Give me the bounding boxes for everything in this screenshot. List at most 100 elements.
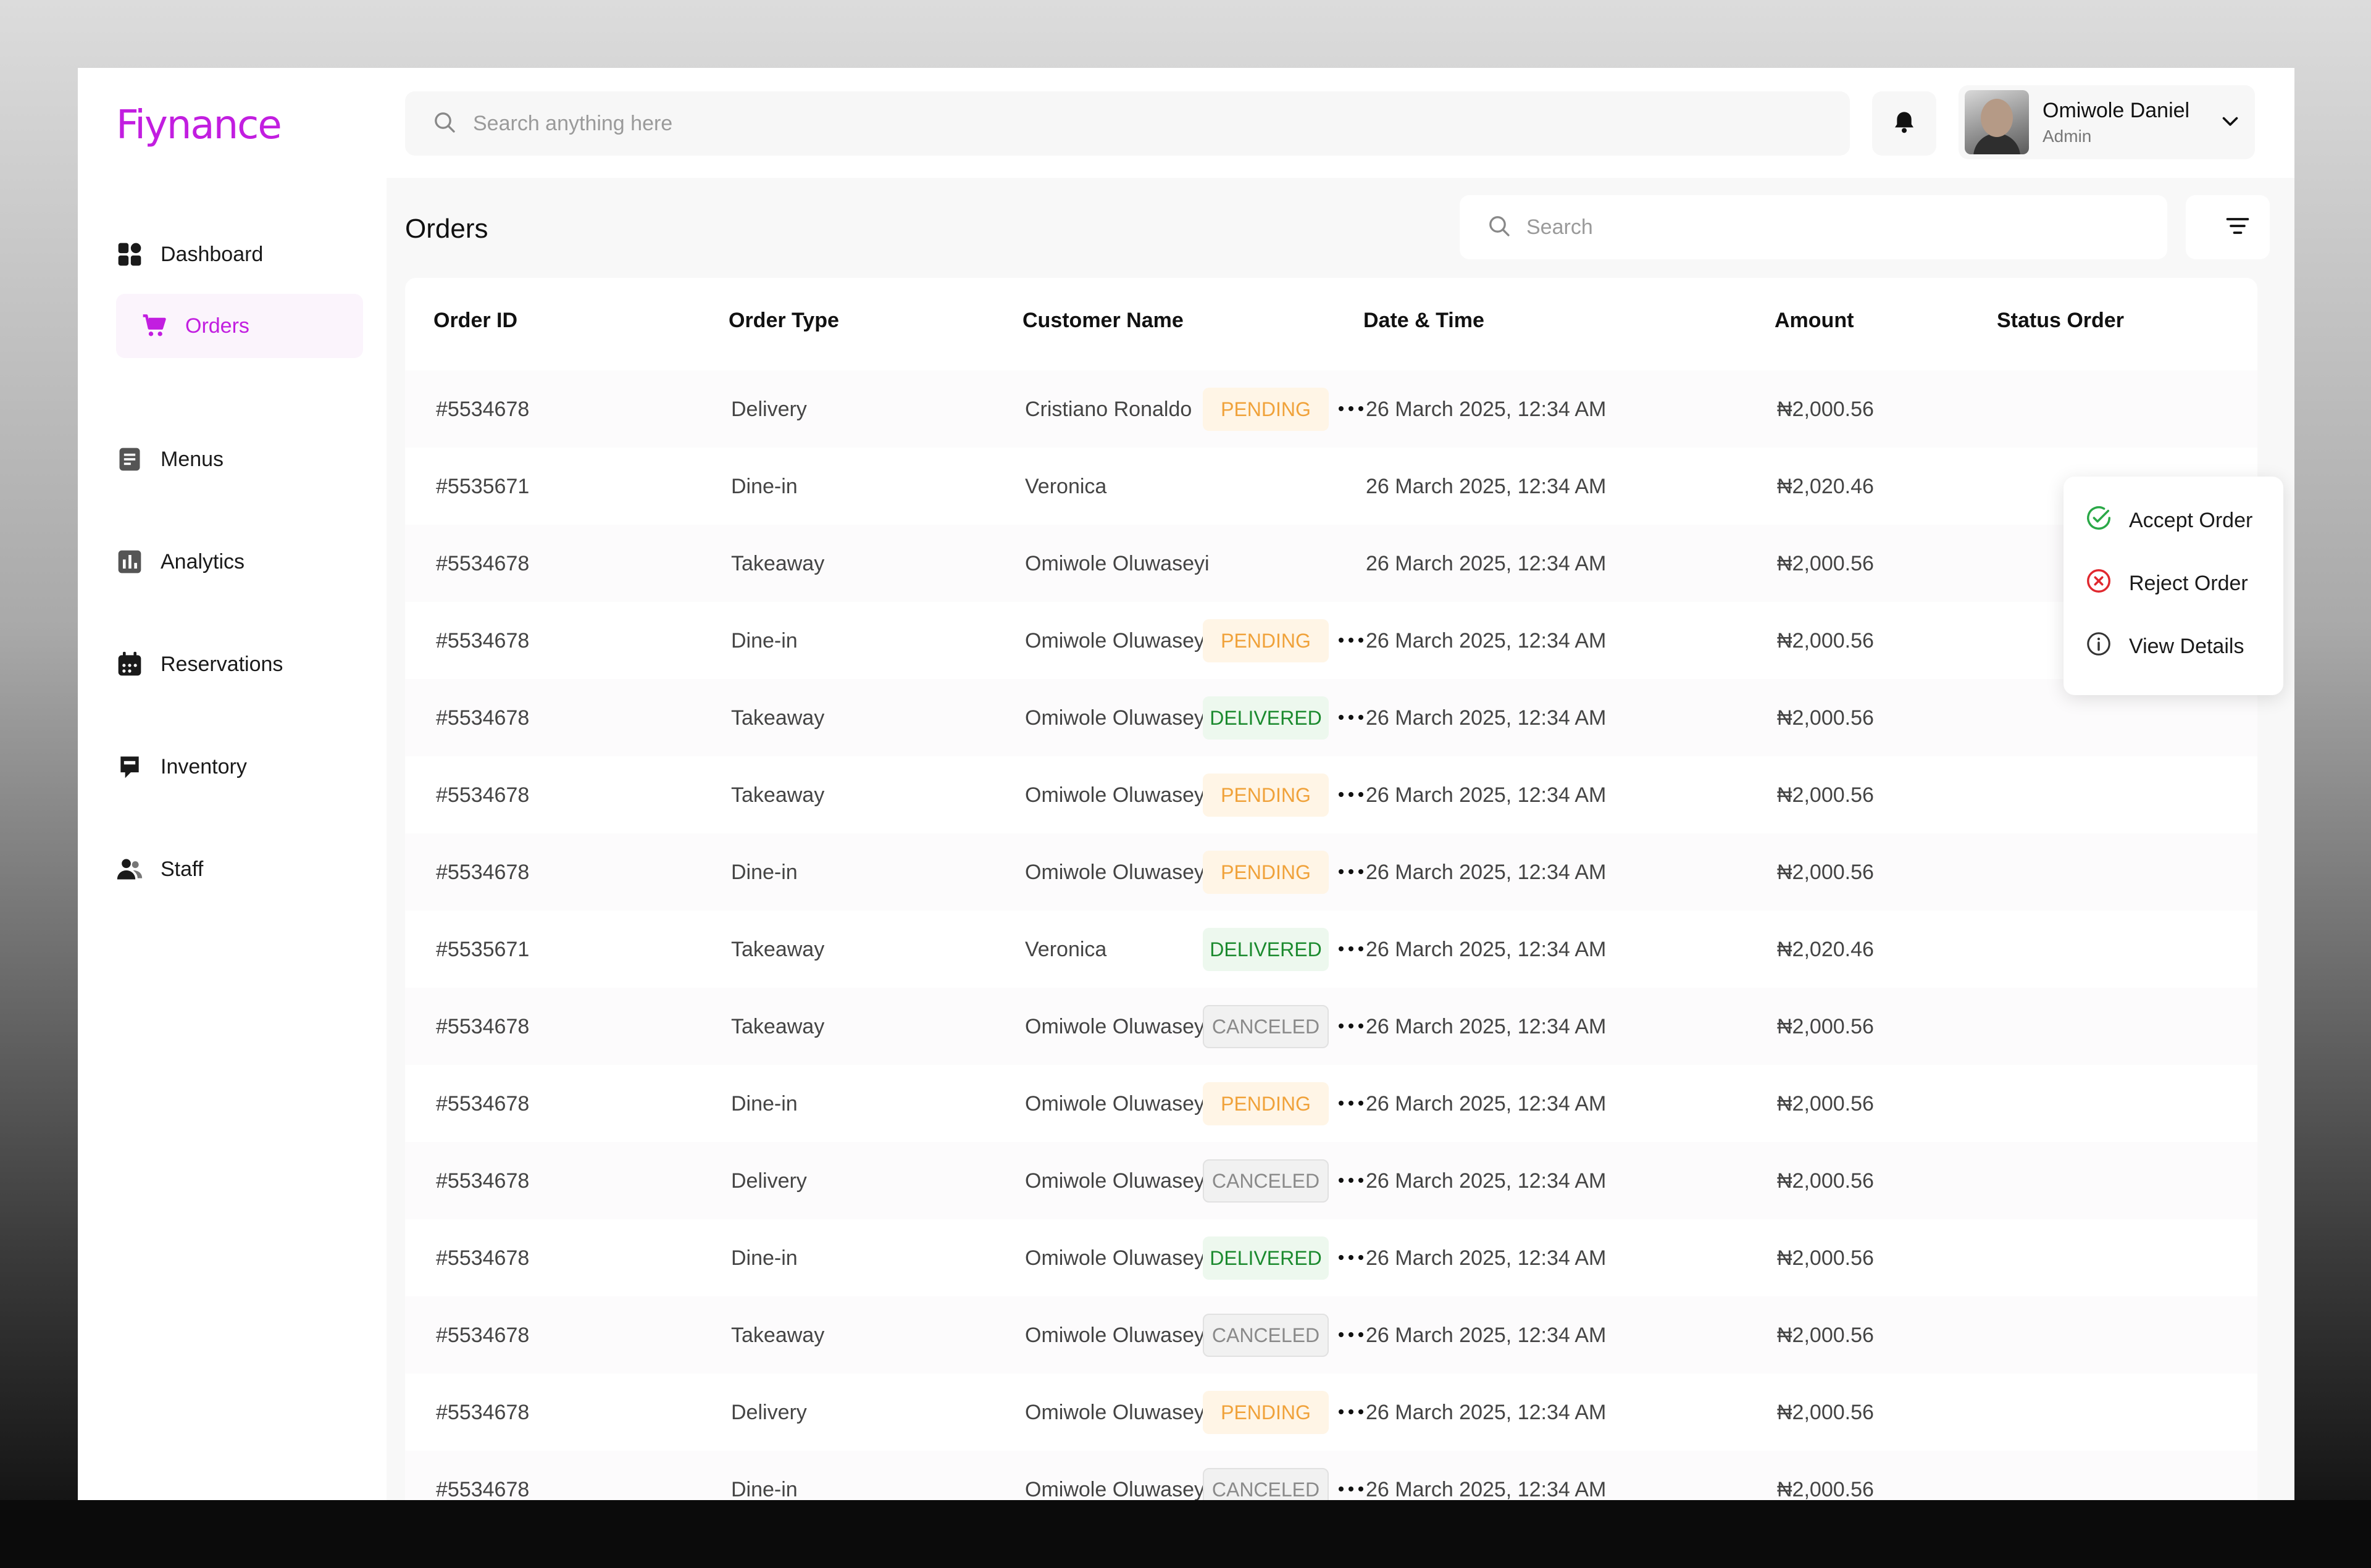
- sidebar-item-reservations[interactable]: Reservations: [116, 632, 363, 696]
- sidebar-item-analytics[interactable]: Analytics: [116, 530, 363, 594]
- table-row[interactable]: #5534678 Takeaway Omiwole Oluwaseyi 26 Marc…: [405, 1296, 2257, 1374]
- column-header[interactable]: Customer Name: [1022, 309, 1184, 333]
- customer-name-cell: Omiwole Oluwaseyi: [1025, 706, 1210, 730]
- orders-search-input[interactable]: [1526, 215, 2082, 240]
- more-actions-button[interactable]: [1334, 701, 1368, 736]
- sidebar-item-orders[interactable]: Orders: [116, 294, 363, 358]
- order-id-cell: #5534678: [436, 1015, 530, 1038]
- table-row[interactable]: #5534678 Delivery Omiwole Oluwaseyi 26 Marc…: [405, 1142, 2257, 1219]
- more-actions-button[interactable]: [1334, 1164, 1368, 1199]
- customer-name-cell: Omiwole Oluwaseyi: [1025, 1478, 1210, 1500]
- table-row[interactable]: #5535671 Dine-in Veronica 26 March 2025, 12…: [405, 448, 2257, 525]
- sidebar-item-menus[interactable]: Menus: [116, 427, 363, 491]
- global-search-input[interactable]: [473, 111, 1399, 136]
- sidebar-item-label: Reservations: [161, 652, 283, 676]
- table-row[interactable]: #5535671 Takeaway Veronica 26 March 2025, 1…: [405, 911, 2257, 988]
- table-row[interactable]: #5534678 Dine-in Omiwole Oluwaseyi 26 March…: [405, 1065, 2257, 1142]
- more-dots-icon: [1337, 1407, 1365, 1419]
- accept-order-option[interactable]: Accept Order: [2064, 489, 2283, 552]
- more-actions-button[interactable]: [1334, 1241, 1368, 1276]
- order-type-cell: Takeaway: [731, 1324, 825, 1347]
- search-icon: [1487, 214, 1512, 241]
- amount-cell: ₦2,000.56: [1777, 1015, 1874, 1038]
- sidebar-item-staff[interactable]: Staff: [116, 837, 363, 901]
- option-label: View Details: [2129, 634, 2244, 658]
- more-dots-icon: [1337, 404, 1365, 415]
- filter-button[interactable]: [2206, 195, 2270, 259]
- order-id-cell: #5534678: [436, 783, 530, 807]
- order-id-cell: #5535671: [436, 938, 530, 961]
- column-header[interactable]: Amount: [1775, 309, 1854, 333]
- search-icon: [432, 110, 457, 138]
- reject-order-option[interactable]: Reject Order: [2064, 552, 2283, 615]
- option-label: Reject Order: [2129, 571, 2248, 595]
- column-header[interactable]: Order Type: [729, 309, 839, 333]
- date-time-cell: 26 March 2025, 12:34 AM: [1366, 552, 1607, 575]
- sidebar-item-inventory[interactable]: Inventory: [116, 735, 363, 799]
- table-row[interactable]: #5534678 Dine-in Omiwole Oluwaseyi 26 March…: [405, 602, 2257, 679]
- table-row[interactable]: #5534678 Delivery Cristiano Ronaldo 26 Marc…: [405, 370, 2257, 448]
- table-row[interactable]: #5534678 Takeaway Omiwole Oluwaseyi 26 Marc…: [405, 679, 2257, 756]
- column-header[interactable]: Order ID: [433, 309, 517, 333]
- status-badge: PENDING: [1203, 388, 1329, 431]
- table-row[interactable]: #5534678 Delivery Omiwole Oluwaseyi 26 Marc…: [405, 1374, 2257, 1451]
- status-badge: PENDING: [1203, 1391, 1329, 1434]
- order-type-cell: Takeaway: [731, 1015, 825, 1038]
- customer-name-cell: Veronica: [1025, 475, 1107, 498]
- table-row[interactable]: #5534678 Dine-in Omiwole Oluwaseyi 26 March…: [405, 833, 2257, 911]
- order-id-cell: #5535671: [436, 475, 530, 498]
- amount-cell: ₦2,000.56: [1777, 1401, 1874, 1424]
- more-dots-icon: [1337, 1253, 1365, 1264]
- sidebar-item-label: Inventory: [161, 754, 247, 778]
- more-actions-button[interactable]: [1334, 1396, 1368, 1430]
- amount-cell: ₦2,000.56: [1777, 1246, 1874, 1270]
- notifications-button[interactable]: [1872, 91, 1936, 156]
- more-actions-button[interactable]: [1334, 1087, 1368, 1122]
- more-actions-button[interactable]: [1334, 856, 1368, 890]
- customer-name-cell: Veronica: [1025, 938, 1107, 961]
- more-actions-button[interactable]: [1334, 1319, 1368, 1353]
- view-details-option[interactable]: View Details: [2064, 615, 2283, 678]
- cart-icon: [141, 312, 168, 340]
- user-profile-menu[interactable]: Omiwole Daniel Admin: [1959, 85, 2255, 159]
- global-search[interactable]: [405, 91, 1850, 156]
- chevron-down-icon[interactable]: [2219, 110, 2241, 135]
- more-actions-button[interactable]: [1334, 393, 1368, 427]
- status-badge: CANCELED: [1203, 1005, 1329, 1048]
- order-id-cell: #5534678: [436, 1169, 530, 1193]
- more-actions-button[interactable]: [1334, 1473, 1368, 1500]
- customer-name-cell: Omiwole Oluwaseyi: [1025, 861, 1210, 884]
- table-row[interactable]: #5534678 Dine-in Omiwole Oluwaseyi 26 March…: [405, 1451, 2257, 1500]
- column-header[interactable]: Date & Time: [1363, 309, 1484, 333]
- order-type-cell: Dine-in: [731, 1092, 798, 1116]
- sidebar-item-dashboard[interactable]: Dashboard: [116, 222, 363, 286]
- sidebar-item-label: Dashboard: [161, 242, 264, 266]
- bar-chart-icon: [116, 548, 143, 575]
- amount-cell: ₦2,000.56: [1777, 629, 1874, 653]
- table-row[interactable]: #5534678 Takeaway Omiwole Oluwaseyi 26 Marc…: [405, 988, 2257, 1065]
- user-role: Admin: [2043, 126, 2092, 146]
- column-header[interactable]: Status Order: [1997, 309, 2124, 333]
- table-row[interactable]: #5534678 Takeaway Omiwole Oluwaseyi 26 Marc…: [405, 525, 2257, 602]
- order-id-cell: #5534678: [436, 552, 530, 575]
- bell-icon: [1892, 110, 1917, 138]
- more-actions-button[interactable]: [1334, 778, 1368, 813]
- sidebar-item-label: Analytics: [161, 549, 245, 573]
- status-badge: PENDING: [1203, 619, 1329, 662]
- more-actions-button[interactable]: [1334, 1010, 1368, 1045]
- more-dots-icon: [1337, 867, 1365, 878]
- table-row[interactable]: #5534678 Takeaway Omiwole Oluwaseyi 26 Marc…: [405, 756, 2257, 833]
- customer-name-cell: Omiwole Oluwaseyi: [1025, 1324, 1210, 1347]
- x-circle-icon: [2085, 567, 2113, 601]
- more-actions-button[interactable]: [1334, 933, 1368, 967]
- table-row[interactable]: #5534678 Dine-in Omiwole Oluwaseyi 26 March…: [405, 1219, 2257, 1296]
- date-time-cell: 26 March 2025, 12:34 AM: [1366, 1478, 1607, 1500]
- more-actions-button[interactable]: [1334, 624, 1368, 659]
- amount-cell: ₦2,000.56: [1777, 1478, 1874, 1500]
- order-id-cell: #5534678: [436, 861, 530, 884]
- orders-search[interactable]: [1460, 195, 2167, 259]
- more-dots-icon: [1337, 1176, 1365, 1187]
- dashboard-grid-icon: [116, 241, 143, 268]
- more-dots-icon: [1337, 945, 1365, 956]
- order-type-cell: Dine-in: [731, 1478, 798, 1500]
